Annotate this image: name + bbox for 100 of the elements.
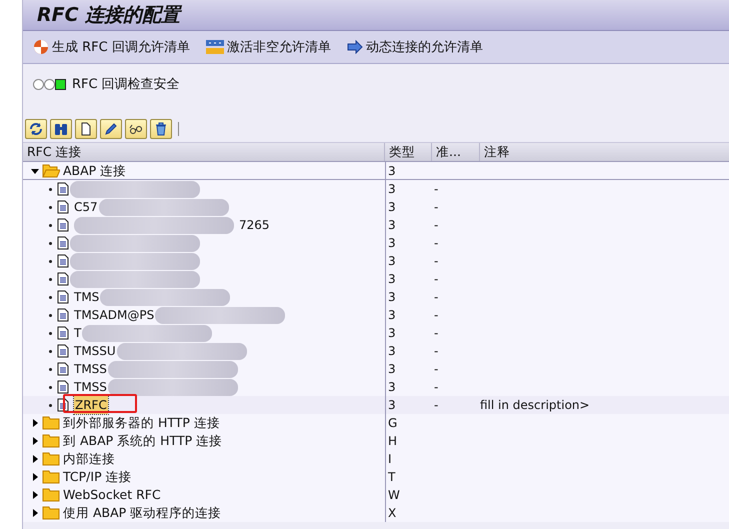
action-button[interactable]	[100, 119, 122, 139]
tree-node-label[interactable]: TMSADM@PS	[74, 306, 154, 324]
tree-node-label[interactable]: TMS	[74, 288, 100, 306]
expand-icon[interactable]	[31, 455, 39, 463]
expand-icon[interactable]	[31, 473, 39, 481]
folder-icon	[42, 164, 60, 178]
tree-node-label[interactable]: 到 ABAP 系统的 HTTP 连接	[63, 432, 222, 450]
grid-icon	[206, 40, 224, 54]
status-label: RFC 回调检查安全	[72, 76, 180, 93]
tree-row[interactable]: C57 3 -	[23, 198, 729, 216]
tree-row[interactable]: 7265 3 -	[23, 216, 729, 234]
type-cell: 3	[388, 182, 396, 196]
document-icon	[57, 236, 69, 250]
tree-row[interactable]: TMSSU 3 -	[23, 342, 729, 360]
type-cell: 3	[388, 254, 396, 268]
document-icon	[57, 380, 69, 394]
tree-node-label[interactable]: WebSocket RFC	[63, 486, 161, 504]
document-icon	[57, 308, 69, 322]
folder-icon	[42, 452, 60, 466]
tree-row[interactable]: 3 -	[23, 234, 729, 252]
tree-node-label[interactable]: TMSSU	[74, 342, 116, 360]
type-cell: W	[388, 488, 400, 502]
document-icon	[57, 272, 69, 286]
tree-row[interactable]: 3 -	[23, 270, 729, 288]
tree-row[interactable]: TMSADM@PS 3 -	[23, 306, 729, 324]
action-button[interactable]	[150, 119, 172, 139]
type-cell: 3	[388, 326, 396, 340]
tree-node-label[interactable]: ABAP 连接	[63, 162, 126, 180]
folder-icon	[42, 470, 60, 484]
action-button[interactable]	[75, 119, 97, 139]
comment-cell: fill in description>	[480, 398, 590, 412]
table-cell: -	[434, 272, 438, 286]
table-cell: -	[434, 326, 438, 340]
tree-node-label[interactable]: TMSS	[74, 378, 107, 396]
tree-node-label[interactable]: 使用 ABAP 驱动程序的连接	[63, 504, 222, 522]
window-title: RFC 连接的配置	[37, 3, 180, 28]
tree-row[interactable]: TMS 3 -	[23, 288, 729, 306]
binoculars-icon	[55, 124, 67, 135]
table-cell: -	[434, 236, 438, 250]
table-cell: -	[434, 254, 438, 268]
type-cell: 3	[388, 362, 396, 376]
trash-icon	[156, 122, 166, 136]
document-icon	[57, 344, 69, 358]
table-cell: -	[434, 182, 438, 196]
tree-node-label[interactable]: 7265	[239, 216, 270, 234]
tree-row[interactable]: T 3 -	[23, 324, 729, 342]
arrow-icon	[346, 40, 363, 54]
tree-node-label[interactable]: T	[74, 324, 82, 342]
column-header[interactable]: RFC 连接	[23, 143, 385, 161]
tree-node-label[interactable]: TMSS	[74, 360, 107, 378]
column-header[interactable]: 准...	[432, 143, 480, 161]
expand-icon[interactable]	[31, 437, 39, 445]
type-cell: 3	[388, 164, 396, 178]
table-cell: -	[434, 380, 438, 394]
type-cell: 3	[388, 380, 396, 394]
target-icon	[33, 39, 49, 55]
action-button[interactable]	[125, 119, 147, 139]
document-icon	[57, 362, 69, 376]
column-header[interactable]: 注释	[480, 143, 729, 161]
expand-icon[interactable]	[31, 166, 39, 174]
tree-node-label[interactable]: 内部连接	[63, 450, 115, 468]
document-icon	[82, 122, 90, 136]
type-cell: 3	[388, 308, 396, 322]
document-icon	[57, 326, 69, 340]
document-icon	[57, 254, 69, 268]
type-cell: G	[388, 416, 398, 430]
type-cell: I	[388, 452, 392, 466]
folder-icon	[42, 416, 60, 430]
tree-node-label[interactable]: C57	[74, 198, 98, 216]
tree-node-label[interactable]: 到外部服务器的 HTTP 连接	[63, 414, 220, 432]
tree-row[interactable]: 3 -	[23, 180, 729, 198]
column-header[interactable]: 类型	[385, 143, 432, 161]
document-icon	[57, 218, 69, 232]
tree-node-label[interactable]: TCP/IP 连接	[63, 468, 132, 486]
toolbar-button[interactable]: 生成 RFC 回调允许清单	[33, 38, 190, 56]
type-cell: 3	[388, 218, 396, 232]
expand-icon[interactable]	[31, 509, 39, 517]
tree-row[interactable]: TMSS 3 -	[23, 378, 729, 396]
table-cell: -	[434, 308, 438, 322]
type-cell: 3	[388, 200, 396, 214]
action-button[interactable]	[25, 119, 47, 139]
type-cell: 3	[388, 236, 396, 250]
pencil-icon	[105, 123, 117, 135]
toolbar-button[interactable]: 动态连接的允许清单	[346, 38, 483, 56]
type-cell: 3	[388, 272, 396, 286]
tree-row[interactable]: 3 -	[23, 252, 729, 270]
type-cell: 3	[388, 398, 396, 412]
expand-icon[interactable]	[31, 491, 39, 499]
action-button[interactable]	[50, 119, 72, 139]
table-cell: -	[434, 290, 438, 304]
tree-row[interactable]: TMSS 3 -	[23, 360, 729, 378]
table-cell: -	[434, 362, 438, 376]
type-cell: X	[388, 506, 396, 520]
table-cell: -	[434, 200, 438, 214]
expand-icon[interactable]	[31, 419, 39, 427]
table-cell: -	[434, 398, 438, 412]
type-cell: 3	[388, 290, 396, 304]
toolbar-button[interactable]: 激活非空允许清单	[206, 38, 331, 56]
type-cell: H	[388, 434, 398, 448]
folder-icon	[42, 434, 60, 448]
